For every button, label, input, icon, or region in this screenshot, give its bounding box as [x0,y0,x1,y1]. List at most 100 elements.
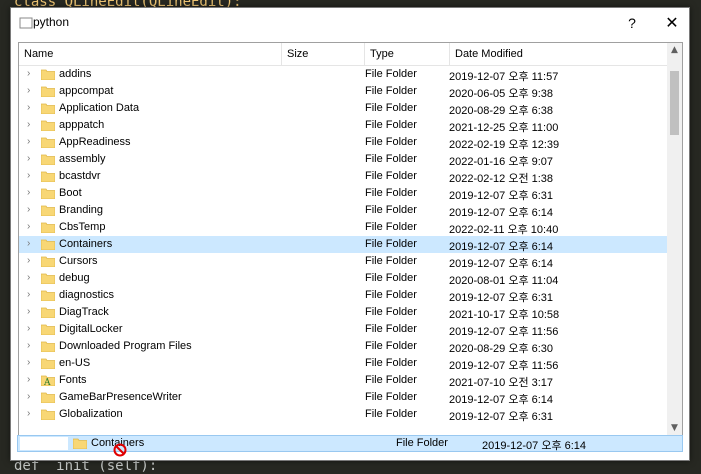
table-row[interactable]: › DiagTrack File Folder 2021-10-17 오후 10:58 [19,304,667,321]
file-type: File Folder [365,323,417,335]
table-row[interactable]: › A Fonts File Folder 2021-07-10 오전 3:17 [19,372,667,389]
file-date-modified: 2020-06-05 오후 9:38 [449,88,554,100]
file-name: CbsTemp [59,221,106,233]
chevron-right-icon[interactable]: › [27,255,30,266]
scroll-down-arrow-icon[interactable]: ▼ [667,421,682,436]
chevron-right-icon[interactable]: › [27,340,30,351]
column-header-date-modified[interactable]: Date Modified [450,43,667,65]
folder-icon [41,120,55,131]
file-date-modified: 2022-01-16 오후 9:07 [449,156,554,168]
chevron-right-icon[interactable]: › [27,289,30,300]
file-type: File Folder [365,272,417,284]
table-row[interactable]: › bcastdvr File Folder 2022-02-12 오전 1:38 [19,168,667,185]
table-row[interactable]: › GameBarPresenceWriter File Folder 2019-12… [19,389,667,406]
table-row[interactable]: › Cursors File Folder 2019-12-07 오후 6:14 [19,253,667,270]
table-row[interactable]: › CbsTemp File Folder 2022-02-11 오후 10:40 [19,219,667,236]
file-name: Globalization [59,408,123,420]
folder-icon [41,324,55,335]
file-type: File Folder [365,357,417,369]
table-row[interactable]: › addins File Folder 2019-12-07 오후 11:57 [19,66,667,83]
chevron-right-icon[interactable]: › [27,306,30,317]
close-button[interactable]: ✕ [652,8,692,38]
file-date-modified: 2019-12-07 오후 6:31 [449,190,554,202]
file-date-modified: 2022-02-11 오후 10:40 [449,224,559,236]
table-row[interactable]: › en-US File Folder 2019-12-07 오후 11:56 [19,355,667,372]
file-date-modified: 2020-08-29 오후 6:38 [449,105,554,117]
file-name: bcastdvr [59,170,101,182]
help-button[interactable]: ? [612,8,652,38]
table-row[interactable]: › Branding File Folder 2019-12-07 오후 6:14 [19,202,667,219]
table-row[interactable]: › Containers File Folder 2019-12-07 오후 6:14 [19,236,667,253]
folder-icon [41,358,55,369]
file-date-modified: 2019-12-07 오후 11:57 [449,71,559,83]
column-header-size[interactable]: Size [282,43,365,65]
fonts-folder-icon: A [41,375,55,386]
chevron-right-icon[interactable]: › [27,408,30,419]
scroll-up-arrow-icon[interactable]: ▲ [667,43,682,58]
file-date-modified: 2020-08-29 오후 6:30 [449,343,554,355]
table-row[interactable]: › Downloaded Program Files File Folder 2020… [19,338,667,355]
table-row[interactable]: › diagnostics File Folder 2019-12-07 오후 6:3… [19,287,667,304]
file-name: Cursors [59,255,98,267]
table-row[interactable]: › Boot File Folder 2019-12-07 오후 6:31 [19,185,667,202]
column-header-name[interactable]: Name [19,43,282,65]
chevron-right-icon[interactable]: › [27,136,30,147]
folder-icon [41,188,55,199]
file-name: DigitalLocker [59,323,123,335]
table-row[interactable]: › AppReadiness File Folder 2022-02-19 오후 12… [19,134,667,151]
file-name: DiagTrack [59,306,109,318]
chevron-right-icon[interactable]: › [27,85,30,96]
file-type: File Folder [365,119,417,131]
scrollbar-thumb[interactable] [670,71,679,135]
chevron-right-icon[interactable]: › [27,68,30,79]
file-name: Application Data [59,102,140,114]
folder-icon [41,392,55,403]
table-row[interactable]: › DigitalLocker File Folder 2019-12-07 오후 1… [19,321,667,338]
file-type: File Folder [365,187,417,199]
file-date-modified: 2021-12-25 오후 11:00 [449,122,559,134]
file-name: Branding [59,204,104,216]
file-date-modified: 2019-12-07 오후 6:31 [449,411,554,423]
chevron-right-icon[interactable]: › [27,204,30,215]
folder-icon [41,290,55,301]
title-bar[interactable]: python ? ✕ [11,8,689,38]
table-row[interactable]: › appcompat File Folder 2020-06-05 오후 9:38 [19,83,667,100]
folder-icon [41,86,55,97]
table-row[interactable]: › Application Data File Folder 2020-08-29 오… [19,100,667,117]
chevron-right-icon[interactable]: › [27,221,30,232]
chevron-right-icon[interactable]: › [27,272,30,283]
vertical-scrollbar[interactable]: ▲ ▼ [667,43,682,436]
file-date-modified: 2019-12-07 오후 6:31 [449,292,554,304]
table-row[interactable]: › debug File Folder 2020-08-01 오후 11:04 [19,270,667,287]
chevron-right-icon[interactable]: › [27,153,30,164]
file-date-modified: 2019-12-07 오후 11:56 [449,360,559,372]
file-tree-view[interactable]: Name Size Type Date Modified › addins File… [18,42,683,437]
drag-preview-blank [20,437,68,450]
file-type: File Folder [365,391,417,403]
file-name: appcompat [59,85,114,97]
chevron-right-icon[interactable]: › [27,391,30,402]
file-name: Downloaded Program Files [59,340,192,352]
folder-icon [41,273,55,284]
file-name: addins [59,68,92,80]
file-type: File Folder [365,153,417,165]
table-row[interactable]: › Globalization File Folder 2019-12-07 오후 6… [19,406,667,423]
chevron-right-icon[interactable]: › [27,357,30,368]
chevron-right-icon[interactable]: › [27,170,30,181]
chevron-right-icon[interactable]: › [27,238,30,249]
folder-icon [41,171,55,182]
chevron-right-icon[interactable]: › [27,102,30,113]
chevron-right-icon[interactable]: › [27,119,30,130]
table-row[interactable]: › assembly File Folder 2022-01-16 오후 9:07 [19,151,667,168]
table-row[interactable]: › apppatch File Folder 2021-12-25 오후 11:00 [19,117,667,134]
column-header-type[interactable]: Type [365,43,450,65]
column-header: Name Size Type Date Modified [19,43,667,66]
file-type: File Folder [365,204,417,216]
folder-icon [41,137,55,148]
chevron-right-icon[interactable]: › [27,323,30,334]
chevron-right-icon[interactable]: › [27,187,30,198]
file-type: File Folder [365,170,417,182]
file-name: Fonts [59,374,87,386]
chevron-right-icon[interactable]: › [27,374,30,385]
file-type: File Folder [365,238,417,250]
